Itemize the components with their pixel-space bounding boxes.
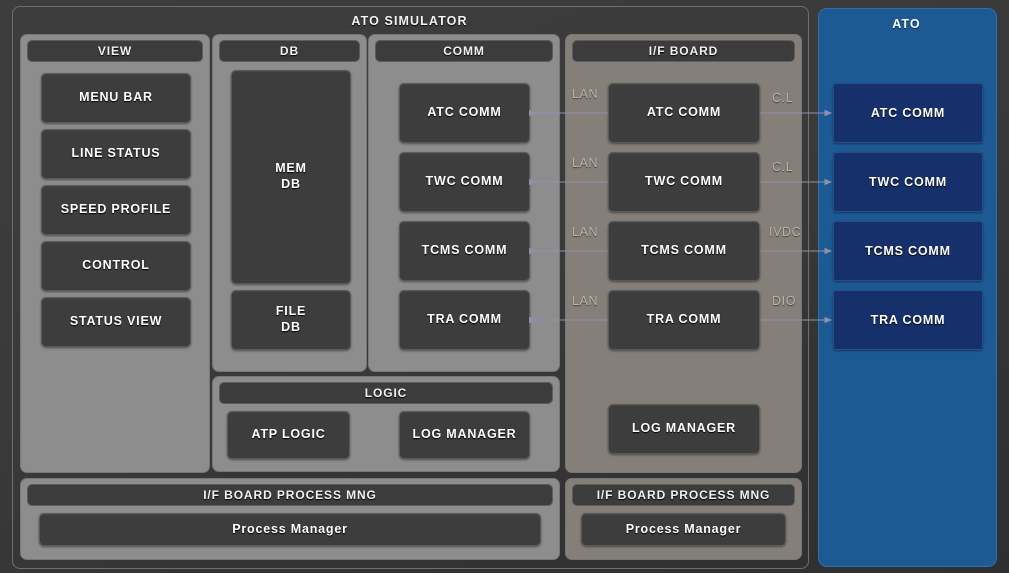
ato-item-tra-comm[interactable]: TRA COMM bbox=[833, 290, 983, 350]
ato-item-tcms-comm[interactable]: TCMS COMM bbox=[833, 221, 983, 281]
ato-item-atc-comm[interactable]: ATC COMM bbox=[833, 83, 983, 143]
view-panel-header: VIEW bbox=[27, 40, 203, 62]
if-board-process-mng-header: I/F BOARD PROCESS MNG bbox=[572, 484, 795, 506]
link-label-lan-2: LAN bbox=[572, 156, 599, 170]
link-label-lan-3: LAN bbox=[572, 225, 599, 239]
ato-panel-title: ATO bbox=[892, 17, 921, 31]
link-label-cl-1: C.L bbox=[772, 91, 794, 105]
link-label-lan-1: LAN bbox=[572, 87, 599, 101]
comm-item-atc-comm[interactable]: ATC COMM bbox=[399, 83, 530, 143]
if-board-item-atc-comm[interactable]: ATC COMM bbox=[608, 83, 760, 143]
logic-panel-header: LOGIC bbox=[219, 382, 553, 404]
view-item-control[interactable]: CONTROL bbox=[41, 241, 191, 291]
view-item-speed-profile[interactable]: SPEED PROFILE bbox=[41, 185, 191, 235]
link-label-dio: DIO bbox=[772, 294, 797, 308]
ato-simulator-title: ATO SIMULATOR bbox=[351, 14, 468, 28]
link-label-lan-4: LAN bbox=[572, 294, 599, 308]
db-panel-header: DB bbox=[219, 40, 360, 62]
view-item-status-view[interactable]: STATUS VIEW bbox=[41, 297, 191, 347]
comm-item-twc-comm[interactable]: TWC COMM bbox=[399, 152, 530, 212]
logic-item-log-manager[interactable]: LOG MANAGER bbox=[399, 411, 530, 459]
logic-item-atp-logic[interactable]: ATP LOGIC bbox=[227, 411, 350, 459]
comm-item-tra-comm[interactable]: TRA COMM bbox=[399, 290, 530, 350]
comm-item-tcms-comm[interactable]: TCMS COMM bbox=[399, 221, 530, 281]
view-item-line-status[interactable]: LINE STATUS bbox=[41, 129, 191, 179]
if-board-item-tcms-comm[interactable]: TCMS COMM bbox=[608, 221, 760, 281]
if-board-item-twc-comm[interactable]: TWC COMM bbox=[608, 152, 760, 212]
diagram-canvas: ATO SIMULATOR VIEW MENU BAR LINE STATUS … bbox=[0, 0, 1009, 573]
link-label-cl-2: C.L bbox=[772, 160, 794, 174]
db-item-file-db[interactable]: FILE DB bbox=[231, 290, 351, 350]
view-item-menu-bar[interactable]: MENU BAR bbox=[41, 73, 191, 123]
if-board-item-log-manager[interactable]: LOG MANAGER bbox=[608, 404, 760, 454]
if-board-panel-header: I/F BOARD bbox=[572, 40, 795, 62]
simulator-process-manager[interactable]: Process Manager bbox=[39, 513, 541, 546]
db-item-mem-db[interactable]: MEM DB bbox=[231, 70, 351, 284]
if-board-item-tra-comm[interactable]: TRA COMM bbox=[608, 290, 760, 350]
simulator-process-mng-header: I/F BOARD PROCESS MNG bbox=[27, 484, 553, 506]
comm-panel-header: COMM bbox=[375, 40, 553, 62]
if-board-process-manager[interactable]: Process Manager bbox=[581, 513, 786, 546]
ato-item-twc-comm[interactable]: TWC COMM bbox=[833, 152, 983, 212]
link-label-ivdc: IVDC bbox=[769, 225, 802, 239]
